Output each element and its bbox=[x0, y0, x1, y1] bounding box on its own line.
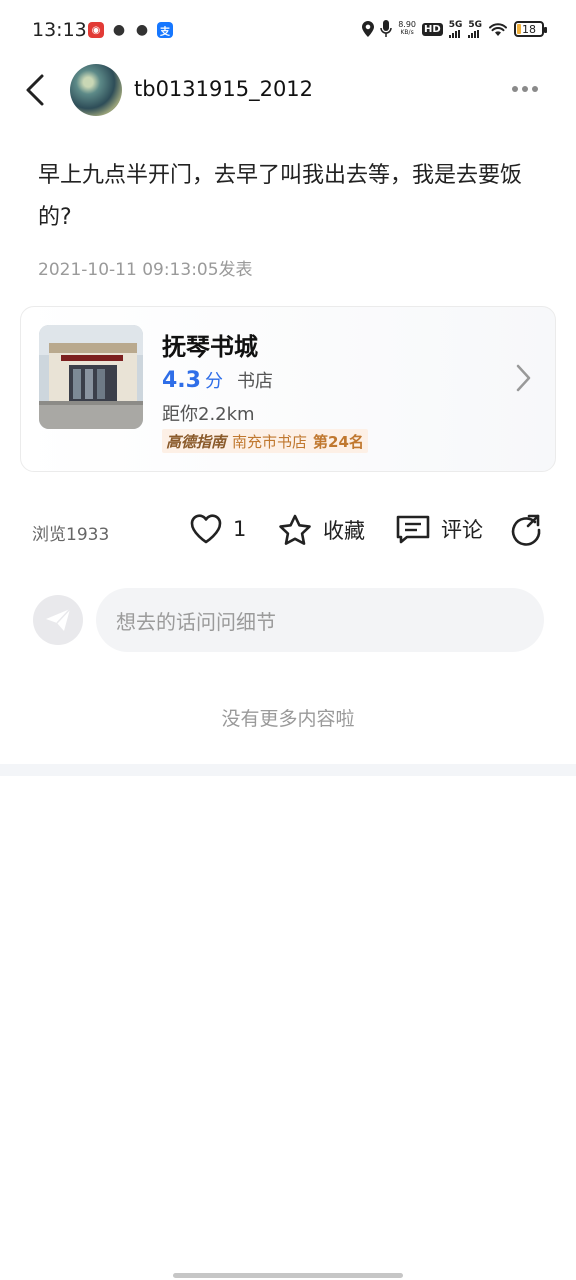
wechat-icon: ● bbox=[112, 22, 126, 38]
comment-icon bbox=[396, 515, 430, 544]
poi-card[interactable]: 抚琴书城 4.3 分 书店 距你2.2km 高德指南 南充市书店 第24名 bbox=[20, 306, 556, 472]
net-speed-value: 8.90 bbox=[398, 20, 417, 29]
net-speed: 8.90 KB/s bbox=[398, 21, 416, 37]
location-icon bbox=[362, 21, 375, 37]
heart-icon bbox=[190, 514, 222, 544]
poi-photo bbox=[39, 325, 143, 429]
battery-icon: 18 bbox=[514, 21, 547, 37]
home-indicator[interactable] bbox=[173, 1273, 403, 1278]
sim1-label: 5G bbox=[448, 19, 463, 30]
rank-position: 第24名 bbox=[313, 432, 364, 451]
status-time: 13:13 bbox=[32, 19, 87, 41]
poi-score-unit: 分 bbox=[204, 371, 223, 392]
chevron-right-icon bbox=[516, 364, 531, 392]
avatar[interactable] bbox=[70, 64, 122, 116]
poi-score: 4.3 bbox=[162, 368, 201, 393]
sim2-label: 5G bbox=[468, 19, 482, 30]
wifi-icon bbox=[489, 23, 507, 36]
poi-category: 书店 bbox=[236, 371, 273, 392]
net-speed-unit: KB/s bbox=[400, 29, 414, 36]
microphone-icon bbox=[380, 20, 392, 37]
paper-plane-icon bbox=[46, 608, 71, 631]
message-icon: ● bbox=[135, 22, 149, 38]
end-of-list-text: 没有更多内容啦 bbox=[221, 708, 355, 730]
comment-placeholder: 想去的话问问细节 bbox=[116, 609, 276, 634]
netease-music-icon: ◉ bbox=[88, 22, 104, 38]
signal-bars-icon bbox=[468, 29, 482, 38]
sim2-signal: 5G bbox=[468, 19, 482, 38]
post-date: 2021-10-11 09:13:05发表 bbox=[38, 260, 253, 280]
favorite-button[interactable]: 收藏 bbox=[277, 513, 365, 547]
share-button[interactable] bbox=[509, 513, 543, 547]
back-arrow-icon[interactable] bbox=[22, 72, 52, 108]
comment-row: 想去的话问问细节 bbox=[0, 588, 576, 652]
poi-distance: 距你2.2km bbox=[162, 404, 255, 425]
view-count: 浏览1933 bbox=[32, 525, 110, 545]
action-bar: 浏览1933 1 收藏 评论 bbox=[0, 505, 576, 557]
like-count: 1 bbox=[233, 517, 247, 541]
send-button[interactable] bbox=[33, 595, 83, 645]
poi-rating: 4.3 分 书店 bbox=[162, 367, 273, 393]
comment-button[interactable]: 评论 bbox=[395, 513, 483, 545]
status-bar: 13:13 ◉ ● ● 支 8.90 KB/s HD 5G 5G 18 bbox=[0, 0, 576, 62]
status-indicators: 8.90 KB/s HD 5G 5G 18 bbox=[362, 19, 547, 38]
star-icon bbox=[279, 514, 311, 545]
post-header: tb0131915_2012 bbox=[0, 60, 576, 120]
more-options-icon[interactable] bbox=[512, 86, 538, 92]
sim1-signal: 5G bbox=[448, 19, 463, 38]
signal-bars-icon bbox=[448, 29, 463, 38]
poi-rank-badge: 高德指南 南充市书店 第24名 bbox=[162, 429, 368, 453]
battery-fill bbox=[517, 24, 521, 34]
post-text: 早上九点半开门，去早了叫我出去等，我是去要饭的? bbox=[38, 163, 523, 230]
hd-badge: HD bbox=[422, 22, 443, 36]
section-divider bbox=[0, 764, 576, 776]
comment-label: 评论 bbox=[441, 518, 483, 542]
like-button[interactable]: 1 bbox=[189, 513, 246, 545]
comment-input[interactable]: 想去的话问问细节 bbox=[96, 588, 544, 652]
rank-list: 南充市书店 bbox=[232, 432, 308, 451]
username[interactable]: tb0131915_2012 bbox=[134, 77, 313, 101]
favorite-label: 收藏 bbox=[323, 519, 365, 543]
notification-icons: ◉ ● ● 支 bbox=[88, 22, 173, 38]
alipay-icon: 支 bbox=[157, 22, 173, 38]
rank-brand: 高德指南 bbox=[166, 432, 227, 451]
poi-name: 抚琴书城 bbox=[162, 333, 258, 361]
battery-level: 18 bbox=[522, 22, 536, 36]
share-icon bbox=[511, 514, 541, 546]
